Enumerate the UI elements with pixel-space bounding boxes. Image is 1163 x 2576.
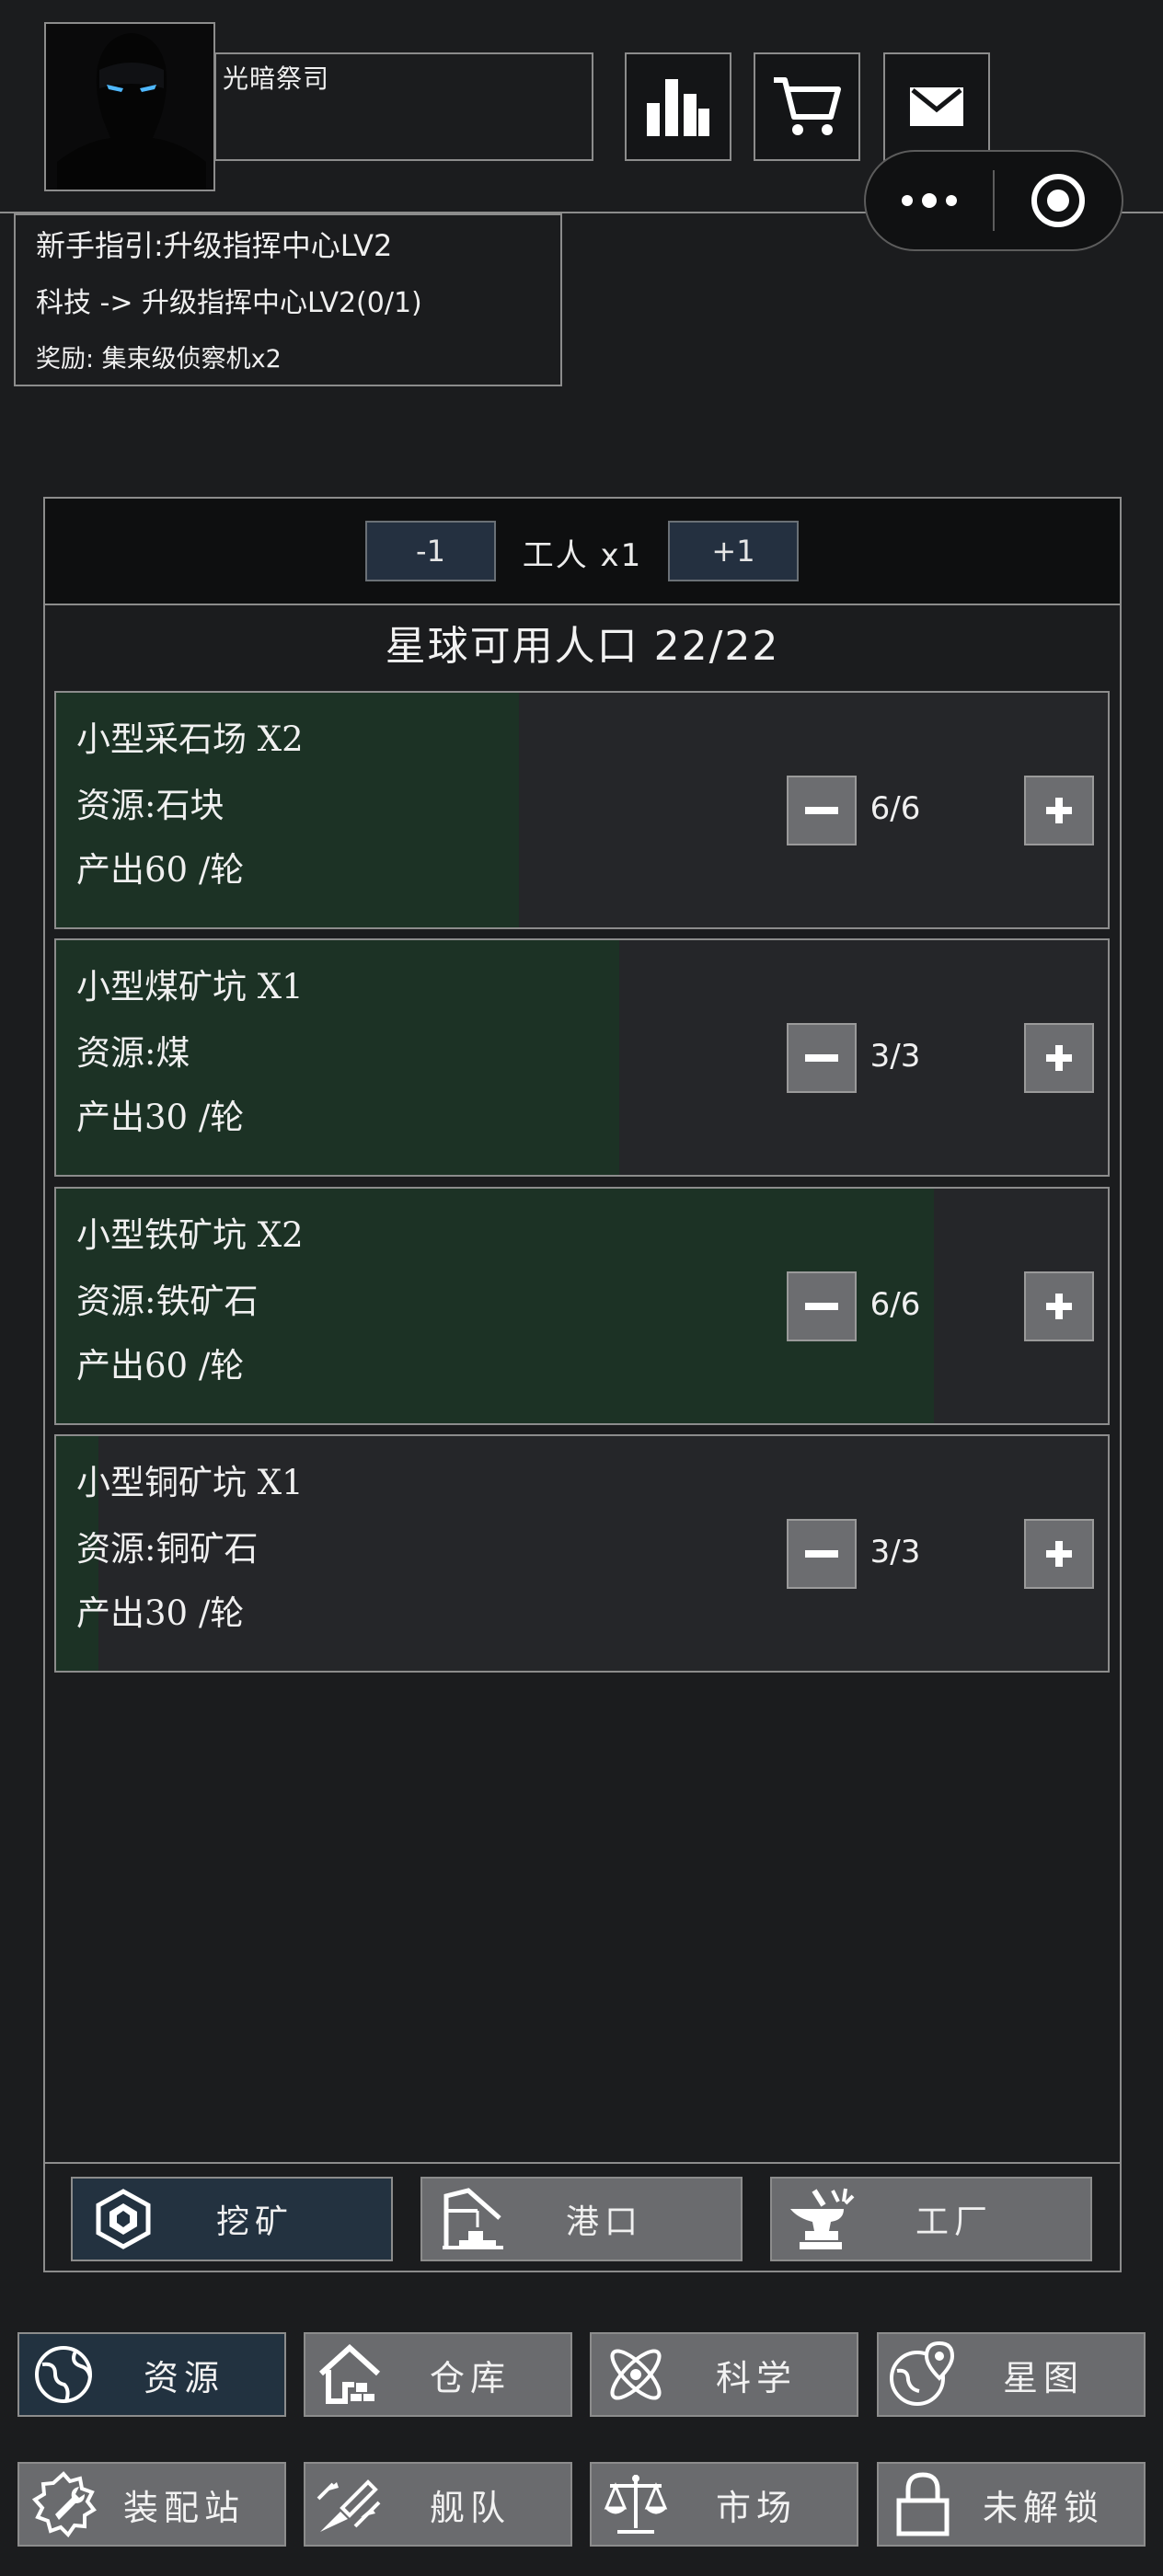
nav-locked[interactable]: 未解锁 [877, 2462, 1146, 2547]
mini-program-capsule [864, 150, 1123, 251]
site-count: 3/3 [869, 1534, 921, 1570]
increase-button[interactable] [1024, 1519, 1094, 1589]
shop-button[interactable] [754, 52, 860, 161]
site-count: 3/3 [869, 1038, 921, 1075]
tab-label: 港口 [565, 2203, 643, 2241]
site-title: 小型采石场 X2 [76, 719, 304, 759]
nav-market[interactable]: 市场 [590, 2462, 858, 2547]
scales-icon [592, 2463, 680, 2546]
site-output: 产出30 /轮 [76, 1098, 245, 1137]
site-title: 小型铜矿坑 X1 [76, 1463, 304, 1502]
planet-icon [19, 2333, 108, 2416]
mail-icon [910, 87, 963, 126]
nav-science[interactable]: 科学 [590, 2332, 858, 2417]
atom-icon [592, 2333, 680, 2416]
nav-label: 科学 [715, 2357, 797, 2398]
gear-wrench-icon [19, 2463, 108, 2546]
plus-icon [1046, 1045, 1072, 1071]
worker-count: 工人 x1 [522, 536, 643, 574]
nav-warehouse[interactable]: 仓库 [304, 2332, 572, 2417]
site-title: 小型煤矿坑 X1 [76, 967, 304, 1006]
fleet-icon [305, 2463, 394, 2546]
plus-icon [1046, 1294, 1072, 1319]
nav-label: 资源 [143, 2357, 225, 2398]
site-output: 产出60 /轮 [76, 1346, 245, 1386]
nav-label: 未解锁 [982, 2487, 1104, 2528]
site-resource: 资源:铜矿石 [76, 1529, 259, 1569]
population-label: 星球可用人口 22/22 [385, 623, 780, 670]
site-resource: 资源:铁矿石 [76, 1282, 259, 1321]
more-button[interactable] [866, 152, 993, 249]
mining-icon [73, 2178, 174, 2260]
nav-label: 市场 [715, 2487, 797, 2528]
site-count: 6/6 [869, 790, 921, 827]
anvil-icon [772, 2178, 873, 2260]
site-card: 小型煤矿坑 X1 资源:煤 产出30 /轮 3/3 [54, 938, 1110, 1177]
site-resource: 资源:煤 [76, 1033, 190, 1073]
site-count: 6/6 [869, 1286, 921, 1323]
worker-minus-button[interactable]: -1 [365, 521, 496, 581]
tutorial-guide[interactable]: 新手指引:升级指挥中心LV2 科技 -> 升级指挥中心LV2(0/1) 奖励: … [14, 213, 562, 386]
avatar[interactable] [44, 22, 215, 191]
site-resource: 资源:石块 [76, 786, 225, 825]
increase-button[interactable] [1024, 1271, 1094, 1341]
player-name: 光暗祭司 [223, 63, 330, 94]
guide-task: 科技 -> 升级指挥中心LV2(0/1) [36, 287, 422, 319]
close-button[interactable] [995, 152, 1122, 249]
guide-title: 新手指引:升级指挥中心LV2 [36, 228, 393, 263]
plus-icon [1046, 1541, 1072, 1567]
nav-resources[interactable]: 资源 [17, 2332, 286, 2417]
increase-button[interactable] [1024, 776, 1094, 845]
site-output: 产出30 /轮 [76, 1593, 245, 1633]
nav-label: 舰队 [429, 2487, 511, 2528]
warehouse-icon [305, 2333, 394, 2416]
tab-factory[interactable]: 工厂 [770, 2177, 1092, 2261]
tab-label: 工厂 [915, 2203, 993, 2241]
nav-label: 仓库 [429, 2357, 511, 2398]
more-icon [902, 193, 957, 208]
tab-mining[interactable]: 挖矿 [71, 2177, 393, 2261]
worker-plus-button[interactable]: +1 [668, 521, 799, 581]
nav-label: 星图 [1002, 2357, 1084, 2398]
site-card: 小型铜矿坑 X1 资源:铜矿石 产出30 /轮 3/3 [54, 1434, 1110, 1673]
map-pin-icon [879, 2333, 967, 2416]
stats-icon [647, 79, 709, 136]
worker-bar-divider [43, 604, 1122, 605]
plus-icon [1046, 798, 1072, 823]
avatar-image [46, 24, 213, 190]
guide-reward: 奖励: 集束级侦察机x2 [36, 345, 282, 374]
mail-button[interactable] [883, 52, 990, 161]
subtab-divider [43, 2162, 1122, 2164]
cart-icon [774, 77, 841, 135]
nav-star-map[interactable]: 星图 [877, 2332, 1146, 2417]
increase-button[interactable] [1024, 1023, 1094, 1093]
crane-icon [422, 2178, 524, 2260]
tab-label: 挖矿 [215, 2203, 294, 2241]
site-card: 小型采石场 X2 资源:石块 产出60 /轮 6/6 [54, 691, 1110, 929]
nav-fleet[interactable]: 舰队 [304, 2462, 572, 2547]
nav-label: 装配站 [122, 2487, 245, 2528]
site-output: 产出60 /轮 [76, 850, 245, 890]
target-icon [1031, 174, 1085, 227]
nav-assembly[interactable]: 装配站 [17, 2462, 286, 2547]
site-title: 小型铁矿坑 X2 [76, 1215, 304, 1255]
tab-port[interactable]: 港口 [420, 2177, 743, 2261]
lock-icon [879, 2463, 967, 2546]
stats-button[interactable] [625, 52, 731, 161]
site-card: 小型铁矿坑 X2 资源:铁矿石 产出60 /轮 6/6 [54, 1187, 1110, 1425]
